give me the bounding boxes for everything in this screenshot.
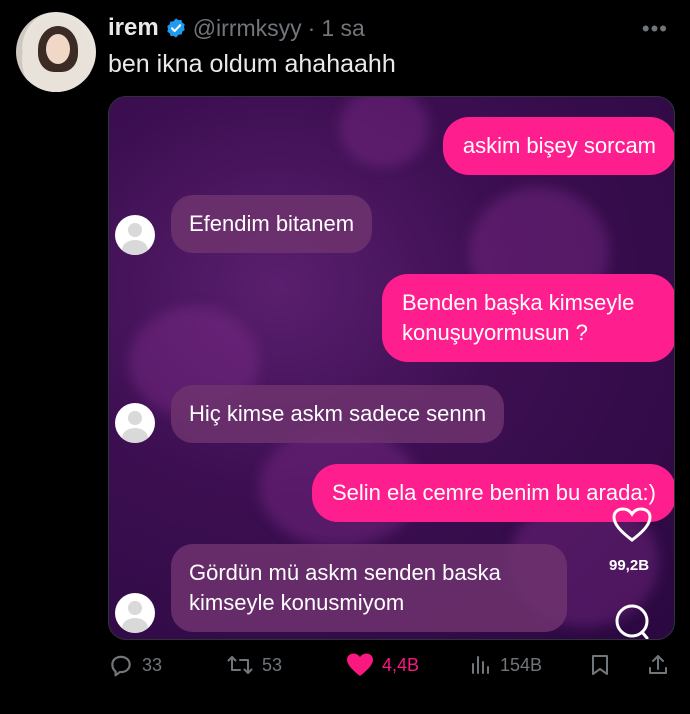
avatar-face — [46, 34, 70, 64]
overlay-heart-icon — [612, 507, 652, 543]
chat-avatar — [115, 593, 155, 633]
retweet-icon — [227, 656, 253, 674]
tweet-media-image[interactable]: askim bişey sorcam Efendim bitanem Bende… — [108, 96, 675, 640]
share-button[interactable] — [646, 652, 670, 678]
chat-avatar — [115, 215, 155, 255]
bookmark-button[interactable] — [588, 652, 612, 678]
tweet-header: irem @irrmksyy · 1 sa — [108, 14, 365, 42]
view-count: 154B — [500, 654, 543, 675]
tweet-time[interactable]: 1 sa — [321, 15, 364, 42]
author-handle[interactable]: @irrmksyy — [193, 15, 302, 42]
separator-dot: · — [307, 14, 316, 41]
avatar[interactable] — [16, 12, 96, 92]
verified-badge-icon — [165, 17, 187, 39]
overlay-like-count: 99,2B — [609, 557, 650, 574]
chat-bubble-incoming: Efendim bitanem — [171, 195, 373, 253]
bookmark-icon — [592, 655, 608, 675]
tweet[interactable]: irem @irrmksyy · 1 sa ••• ben ikna oldum… — [0, 0, 690, 714]
heart-filled-icon — [347, 653, 373, 676]
overlay-comment-icon — [612, 603, 652, 639]
more-options-icon[interactable]: ••• — [642, 16, 668, 42]
share-icon — [649, 655, 667, 674]
reply-button[interactable]: 33 — [108, 652, 162, 678]
tweet-text: ben ikna oldum ahahaahh — [108, 50, 396, 78]
chat-bubble-incoming: Gördün mü askm senden baska kimseyle kon… — [171, 544, 567, 632]
background-heart-shape — [339, 97, 429, 167]
retweet-button[interactable]: 53 — [226, 652, 282, 678]
chat-bubble-outgoing: askim bişey sorcam — [442, 117, 674, 175]
chat-avatar — [115, 403, 155, 443]
chat-bubble-incoming: Hiç kimse askm sadece sennn — [171, 385, 505, 443]
views-chart-icon — [472, 656, 489, 674]
like-button[interactable]: 4,4B — [346, 652, 419, 678]
reply-icon — [111, 655, 131, 677]
chat-bubble-outgoing: Benden başka kimseyle konuşuyormusun ? — [382, 274, 674, 362]
like-count: 4,4B — [382, 654, 420, 675]
reply-count: 33 — [142, 654, 163, 675]
retweet-count: 53 — [262, 654, 283, 675]
views-button[interactable]: 154B — [468, 652, 542, 678]
author-name[interactable]: irem — [108, 14, 159, 42]
tweet-actions: 33 53 4,4B 154B — [108, 652, 678, 688]
